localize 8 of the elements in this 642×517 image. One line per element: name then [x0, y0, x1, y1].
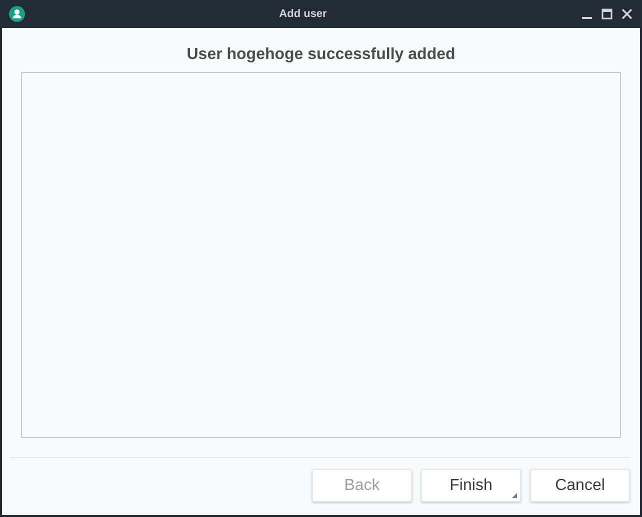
- corner-triangle-icon: [512, 493, 517, 498]
- close-icon[interactable]: [621, 8, 633, 20]
- dialog-button[interactable]: Finish: [421, 469, 521, 502]
- maximize-icon[interactable]: [601, 8, 613, 20]
- user-icon: [9, 6, 25, 22]
- heading: User hogehoge successfully added: [186, 45, 456, 65]
- dialog-button[interactable]: Cancel: [530, 469, 630, 502]
- window-title: Add user: [279, 6, 327, 22]
